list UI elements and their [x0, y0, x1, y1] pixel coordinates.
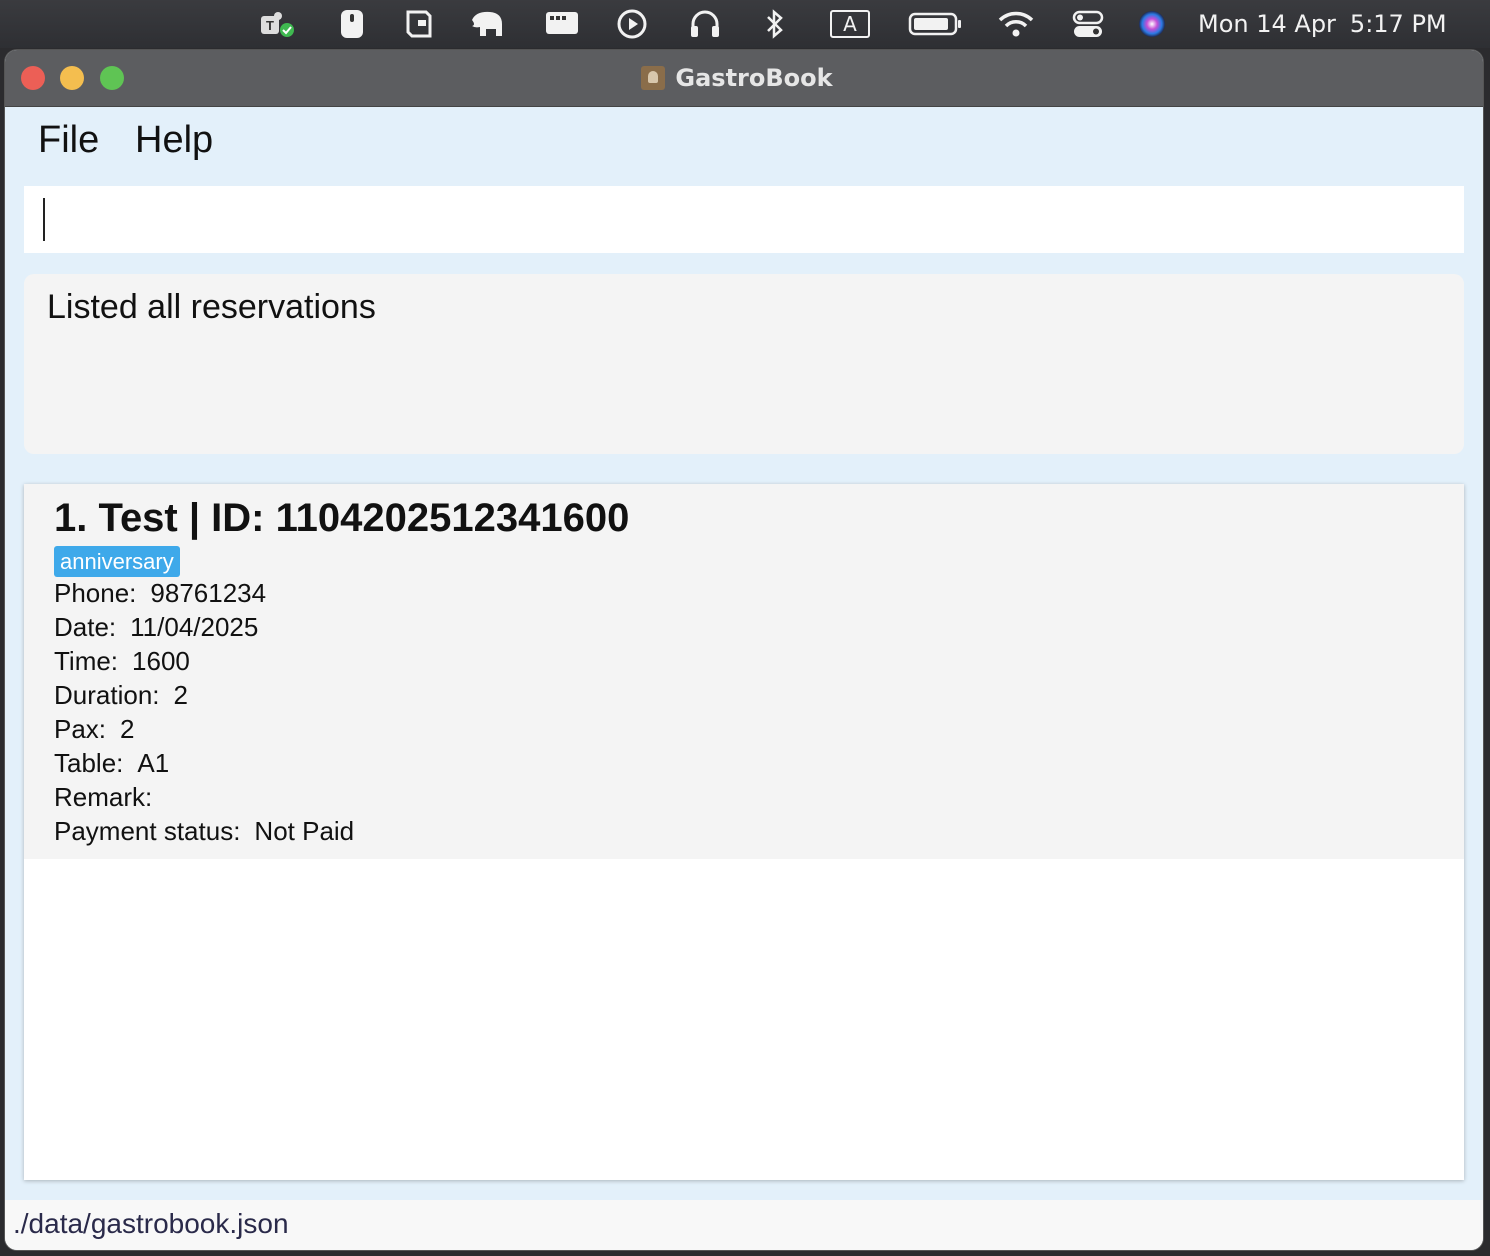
battery-icon[interactable]	[908, 8, 962, 40]
menu-file[interactable]: File	[38, 119, 99, 162]
input-source-icon[interactable]: A	[828, 8, 872, 40]
reservation-list[interactable]: 1. Test | ID: 1104202512341600 anniversa…	[24, 484, 1464, 1180]
elephant-icon[interactable]	[466, 8, 508, 40]
menu-help[interactable]: Help	[135, 119, 213, 162]
field-payment-status: Payment status: Not Paid	[54, 816, 354, 847]
input-source-label: A	[830, 10, 870, 38]
teams-icon[interactable]: T	[258, 8, 298, 40]
status-bar: ./data/gastrobook.json	[5, 1200, 1483, 1250]
display-icon[interactable]	[544, 8, 580, 40]
command-input[interactable]	[24, 186, 1464, 253]
field-pax: Pax: 2	[54, 714, 135, 745]
field-label: Pax:	[54, 714, 107, 744]
field-label: Time:	[54, 646, 119, 676]
field-label: Duration:	[54, 680, 160, 710]
result-message: Listed all reservations	[47, 288, 376, 326]
reservation-header: 1. Test | ID: 1104202512341600	[54, 496, 630, 540]
bluetooth-icon[interactable]	[760, 8, 788, 40]
title-bar[interactable]: GastroBook	[5, 50, 1483, 107]
field-value: 2	[173, 680, 188, 710]
field-value: 98761234	[150, 578, 267, 608]
wifi-icon[interactable]	[996, 8, 1036, 40]
app-menu-bar: File Help	[5, 107, 1483, 177]
field-value: 11/04/2025	[130, 612, 259, 642]
field-label: Phone:	[54, 578, 137, 608]
field-value: 2	[120, 714, 135, 744]
mouse-icon[interactable]	[338, 8, 366, 40]
control-center-icon[interactable]	[1068, 8, 1108, 40]
field-label: Remark:	[54, 782, 153, 812]
reservation-card[interactable]: 1. Test | ID: 1104202512341600 anniversa…	[24, 484, 1464, 859]
app-window: GastroBook File Help Listed all reservat…	[5, 50, 1483, 1250]
field-label: Table:	[54, 748, 124, 778]
result-display: Listed all reservations	[24, 274, 1464, 454]
field-value: 1600	[132, 646, 190, 676]
field-duration: Duration: 2	[54, 680, 188, 711]
wallet-icon[interactable]	[404, 8, 434, 40]
field-time: Time: 1600	[54, 646, 190, 677]
field-value: Not Paid	[254, 816, 355, 846]
window-title-group: GastroBook	[5, 50, 1483, 106]
field-label: Payment status:	[54, 816, 241, 846]
save-file-path: ./data/gastrobook.json	[13, 1208, 289, 1239]
menubar-time: 5:17 PM	[1349, 10, 1447, 38]
menubar-clock[interactable]: Mon 14 Apr 5:17 PM	[1198, 8, 1447, 40]
system-menu-bar: T A Mon 14 Apr 5:17 PM	[0, 0, 1490, 48]
window-title: GastroBook	[675, 64, 833, 92]
reservation-tag: anniversary	[54, 546, 180, 577]
text-caret	[43, 198, 45, 241]
siri-icon[interactable]	[1136, 8, 1168, 40]
app-icon	[641, 66, 666, 90]
svg-text:T: T	[266, 18, 274, 33]
field-date: Date: 11/04/2025	[54, 612, 258, 643]
field-remark: Remark:	[54, 782, 166, 813]
field-label: Date:	[54, 612, 117, 642]
field-value: A1	[137, 748, 170, 778]
play-icon[interactable]	[616, 8, 648, 40]
headphones-icon[interactable]	[688, 8, 722, 40]
menubar-date: Mon 14 Apr	[1198, 10, 1336, 38]
field-phone: Phone: 98761234	[54, 578, 266, 609]
field-table: Table: A1	[54, 748, 169, 779]
